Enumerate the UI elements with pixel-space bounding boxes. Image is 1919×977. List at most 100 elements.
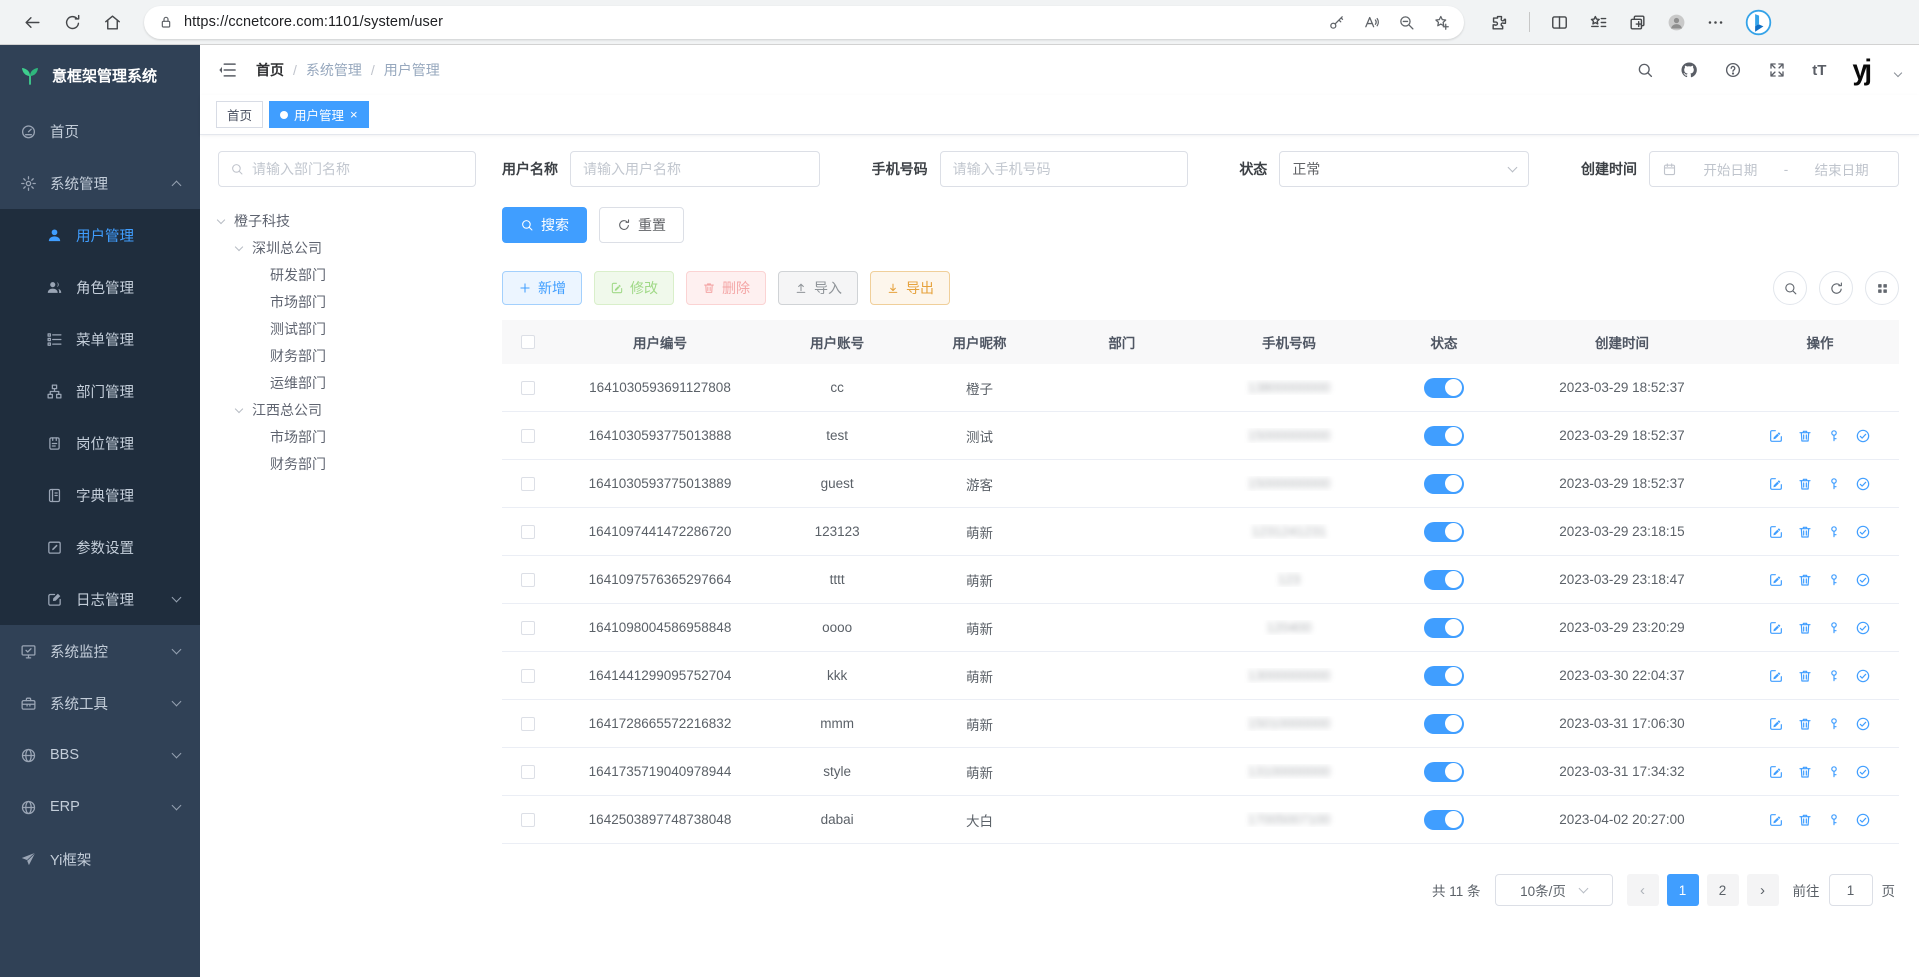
row-checkbox[interactable]	[521, 813, 535, 827]
next-page-button[interactable]: ›	[1747, 874, 1779, 906]
status-toggle[interactable]	[1424, 378, 1464, 398]
page-size-select[interactable]: 10条/页	[1495, 874, 1613, 906]
import-button[interactable]: 导入	[778, 271, 858, 305]
tree-node-江西总公司[interactable]: 江西总公司	[218, 396, 476, 423]
row-delete-icon[interactable]	[1797, 428, 1813, 444]
collapse-sidebar-icon[interactable]	[218, 60, 238, 80]
row-checkbox[interactable]	[521, 525, 535, 539]
sidebar-item-BBS[interactable]: BBS	[0, 729, 200, 781]
edit-button[interactable]: 修改	[594, 271, 674, 305]
zoom-out-icon[interactable]	[1398, 14, 1415, 31]
delete-button[interactable]: 删除	[686, 271, 766, 305]
username-input[interactable]	[583, 161, 807, 177]
close-icon[interactable]: ×	[350, 108, 358, 121]
profile-avatar-icon[interactable]	[1667, 13, 1686, 32]
table-refresh-button[interactable]	[1819, 271, 1853, 305]
goto-page-input[interactable]	[1829, 874, 1873, 906]
row-assign-check-icon[interactable]	[1855, 572, 1871, 588]
date-range-picker[interactable]: 开始日期 - 结束日期	[1649, 151, 1899, 187]
export-button[interactable]: 导出	[870, 271, 950, 305]
help-icon[interactable]	[1724, 61, 1742, 79]
row-edit-icon[interactable]	[1768, 476, 1784, 492]
split-screen-icon[interactable]	[1550, 13, 1569, 32]
tree-node-市场部门[interactable]: 市场部门	[218, 288, 476, 315]
row-resetpwd-key-icon[interactable]	[1826, 764, 1842, 780]
read-aloud-icon[interactable]	[1363, 14, 1380, 31]
address-bar[interactable]: https://ccnetcore.com:1101/system/user	[144, 6, 1464, 39]
status-toggle[interactable]	[1424, 810, 1464, 830]
row-delete-icon[interactable]	[1797, 572, 1813, 588]
font-size-icon[interactable]: tT	[1812, 62, 1826, 79]
tree-node-研发部门[interactable]: 研发部门	[218, 261, 476, 288]
sidebar-item-系统监控[interactable]: 系统监控	[0, 625, 200, 677]
row-assign-check-icon[interactable]	[1855, 524, 1871, 540]
select-all-checkbox[interactable]	[521, 335, 535, 349]
tree-node-财务部门[interactable]: 财务部门	[218, 342, 476, 369]
sidebar-item-日志管理[interactable]: 日志管理	[0, 573, 200, 625]
tab-用户管理[interactable]: 用户管理×	[269, 101, 369, 128]
row-checkbox[interactable]	[521, 765, 535, 779]
more-menu-icon[interactable]	[1706, 13, 1725, 32]
row-assign-check-icon[interactable]	[1855, 428, 1871, 444]
row-assign-check-icon[interactable]	[1855, 764, 1871, 780]
collections-icon[interactable]	[1628, 13, 1647, 32]
tree-node-运维部门[interactable]: 运维部门	[218, 369, 476, 396]
row-resetpwd-key-icon[interactable]	[1826, 476, 1842, 492]
row-delete-icon[interactable]	[1797, 524, 1813, 540]
prev-page-button[interactable]: ‹	[1627, 874, 1659, 906]
row-resetpwd-key-icon[interactable]	[1826, 668, 1842, 684]
status-toggle[interactable]	[1424, 762, 1464, 782]
sidebar-item-用户管理[interactable]: 用户管理	[0, 209, 200, 261]
department-search-input[interactable]	[252, 161, 464, 177]
sidebar-item-系统工具[interactable]: 系统工具	[0, 677, 200, 729]
status-toggle[interactable]	[1424, 570, 1464, 590]
row-edit-icon[interactable]	[1768, 428, 1784, 444]
sidebar-item-ERP[interactable]: ERP	[0, 781, 200, 833]
row-delete-icon[interactable]	[1797, 812, 1813, 828]
row-checkbox[interactable]	[521, 669, 535, 683]
row-checkbox[interactable]	[521, 381, 535, 395]
tree-expand-icon[interactable]	[235, 242, 243, 250]
breadcrumb-system[interactable]: 系统管理	[306, 60, 362, 80]
status-toggle[interactable]	[1424, 666, 1464, 686]
status-toggle[interactable]	[1424, 714, 1464, 734]
row-resetpwd-key-icon[interactable]	[1826, 716, 1842, 732]
table-search-toggle-button[interactable]	[1773, 271, 1807, 305]
breadcrumb-home[interactable]: 首页	[256, 60, 284, 80]
header-search-icon[interactable]	[1636, 61, 1654, 79]
tab-首页[interactable]: 首页	[216, 101, 263, 128]
row-resetpwd-key-icon[interactable]	[1826, 524, 1842, 540]
row-delete-icon[interactable]	[1797, 764, 1813, 780]
status-select[interactable]: 正常	[1279, 151, 1529, 187]
browser-back-button[interactable]	[16, 6, 48, 38]
row-delete-icon[interactable]	[1797, 716, 1813, 732]
page-button-2[interactable]: 2	[1707, 874, 1739, 906]
tree-expand-icon[interactable]	[235, 404, 243, 412]
password-key-icon[interactable]	[1328, 14, 1345, 31]
tree-node-财务部门[interactable]: 财务部门	[218, 450, 476, 477]
sidebar-item-岗位管理[interactable]: 岗位管理	[0, 417, 200, 469]
tree-expand-icon[interactable]	[217, 215, 225, 223]
row-edit-icon[interactable]	[1768, 812, 1784, 828]
sidebar-item-角色管理[interactable]: 角色管理	[0, 261, 200, 313]
phone-input[interactable]	[953, 161, 1175, 177]
sidebar-item-参数设置[interactable]: 参数设置	[0, 521, 200, 573]
row-delete-icon[interactable]	[1797, 620, 1813, 636]
tree-node-深圳总公司[interactable]: 深圳总公司	[218, 234, 476, 261]
sidebar-item-系统管理[interactable]: 系统管理	[0, 157, 200, 209]
row-edit-icon[interactable]	[1768, 572, 1784, 588]
status-toggle[interactable]	[1424, 426, 1464, 446]
user-avatar[interactable]: yj	[1852, 56, 1869, 84]
row-resetpwd-key-icon[interactable]	[1826, 572, 1842, 588]
avatar-dropdown-icon[interactable]	[1894, 69, 1902, 77]
sidebar-item-字典管理[interactable]: 字典管理	[0, 469, 200, 521]
status-toggle[interactable]	[1424, 618, 1464, 638]
sidebar-item-菜单管理[interactable]: 菜单管理	[0, 313, 200, 365]
browser-home-button[interactable]	[96, 6, 128, 38]
row-edit-icon[interactable]	[1768, 524, 1784, 540]
search-button[interactable]: 搜索	[502, 207, 587, 243]
department-search-box[interactable]	[218, 151, 476, 187]
favorites-icon[interactable]	[1589, 13, 1608, 32]
row-assign-check-icon[interactable]	[1855, 812, 1871, 828]
row-assign-check-icon[interactable]	[1855, 668, 1871, 684]
